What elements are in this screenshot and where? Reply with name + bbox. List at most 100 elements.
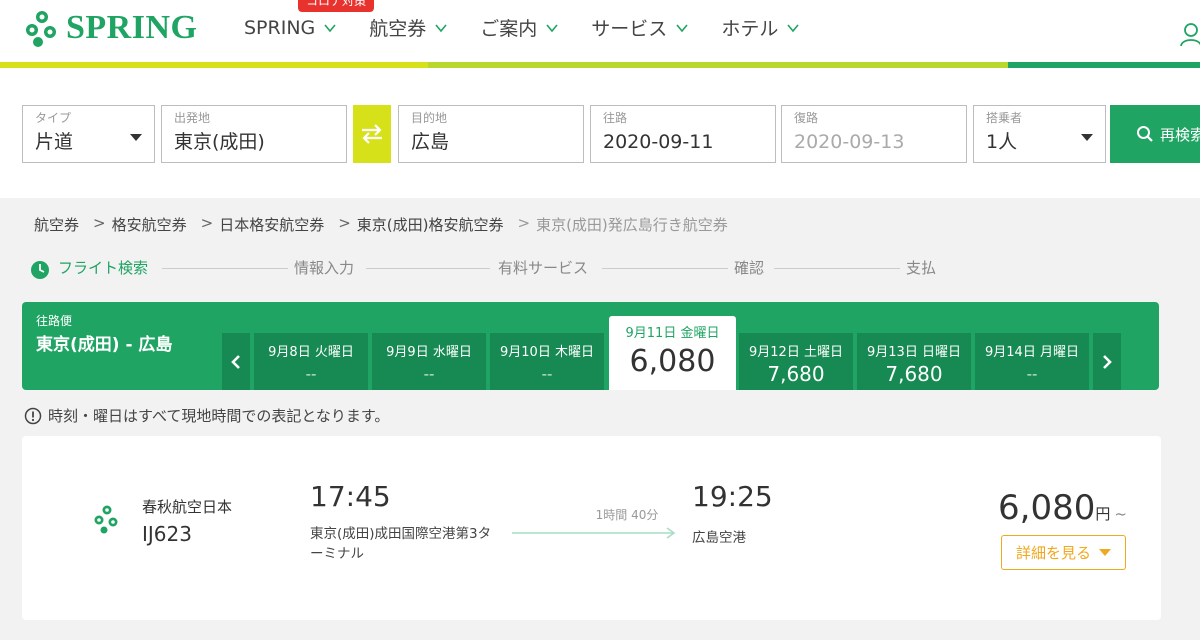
search-icon [1137, 126, 1153, 142]
step-connector [602, 268, 728, 269]
field-label: 出発地 [174, 111, 211, 125]
departure-time: 17:45 [310, 480, 391, 513]
field-label: 往路 [603, 111, 628, 125]
nav-item-spring[interactable]: SPRING [244, 14, 337, 41]
details-button[interactable]: 詳細を見る [1001, 535, 1126, 570]
date-selector: 往路便 東京(成田) - 広島 9月8日 火曜日 -- 9月9日 水曜日 -- … [22, 302, 1159, 390]
date-price: 7,680 [885, 362, 943, 386]
airline-name: 春秋航空日本 [142, 498, 233, 516]
nav-item-tickets[interactable]: 航空券 [369, 14, 448, 41]
arrow-right-icon [512, 527, 676, 539]
field-value: 1人 [986, 131, 1018, 153]
breadcrumb-separator: > [338, 214, 351, 232]
chevron-down-icon [676, 23, 688, 32]
research-button[interactable]: 再検索 [1110, 105, 1200, 163]
spring-logo[interactable]: SPRING [22, 8, 197, 48]
date-option[interactable]: 9月13日 日曜日 7,680 [857, 333, 971, 390]
next-dates-button[interactable] [1093, 333, 1121, 390]
breadcrumb-current: 東京(成田)発広島行き航空券 [536, 216, 728, 234]
field-value: 東京(成田) [174, 131, 265, 153]
outbound-date-field[interactable]: 往路 2020-09-11 [590, 105, 776, 163]
field-value: 片道 [35, 131, 74, 153]
details-label: 詳細を見る [1015, 544, 1091, 562]
date-price: -- [423, 365, 435, 383]
origin-field[interactable]: 出発地 東京(成田) [161, 105, 347, 163]
date-price: 7,680 [767, 362, 825, 386]
spring-logo-icon [26, 11, 56, 47]
date-label: 9月13日 日曜日 [867, 345, 961, 360]
date-price: -- [541, 365, 553, 383]
step-connector [366, 268, 490, 269]
breadcrumb-link[interactable]: 日本格安航空券 [219, 214, 324, 235]
fare-price: 6,080円 ~ [998, 488, 1127, 528]
date-option[interactable]: 9月14日 月曜日 -- [975, 333, 1089, 390]
date-price: -- [1026, 365, 1038, 383]
trip-type-select[interactable]: タイプ 片道 [22, 105, 155, 163]
caret-down-icon [1081, 134, 1093, 141]
date-option[interactable]: 9月8日 火曜日 -- [254, 333, 368, 390]
airline-logo-icon [94, 505, 118, 534]
info-icon [24, 407, 42, 424]
date-label: 9月11日 金曜日 [625, 326, 720, 341]
field-label: タイプ [35, 111, 72, 125]
step-confirm: 確認 [734, 259, 765, 277]
breadcrumb-link[interactable]: 東京(成田)格安航空券 [357, 214, 504, 235]
arrival-airport: 広島空港 [692, 530, 746, 546]
step-flight-search: フライト検索 [58, 259, 149, 277]
step-connector [162, 268, 288, 269]
brand-name: SPRING [66, 9, 198, 46]
prev-dates-button[interactable] [222, 333, 250, 390]
field-label: 復路 [794, 111, 819, 125]
step-connector [774, 268, 900, 269]
date-option-selected[interactable]: 9月11日 金曜日 6,080 [609, 316, 736, 390]
date-option[interactable]: 9月10日 木曜日 -- [490, 333, 604, 390]
field-value: 広島 [411, 131, 450, 153]
date-option[interactable]: 9月12日 土曜日 7,680 [739, 333, 853, 390]
date-price: 6,080 [629, 344, 716, 379]
nav-item-label: SPRING [244, 16, 316, 39]
step-info-input: 情報入力 [294, 259, 355, 277]
research-label: 再検索 [1160, 125, 1200, 144]
route-title: 東京(成田) - 広島 [36, 335, 173, 355]
outbound-label: 往路便 [36, 314, 73, 328]
nav-item-hotel[interactable]: ホテル [721, 14, 800, 41]
nav-item-guide[interactable]: ご案内 [480, 14, 559, 41]
price-value: 6,080 [998, 488, 1096, 528]
return-date-field[interactable]: 復路 2020-09-13 [781, 105, 967, 163]
covid-badge[interactable]: コロナ対策 [298, 0, 375, 12]
date-price: -- [305, 365, 317, 383]
nav-item-services[interactable]: サービス [591, 14, 689, 41]
nav-item-label: ご案内 [480, 18, 538, 40]
chevron-down-icon [324, 23, 336, 32]
breadcrumb-link[interactable]: 航空券 [34, 214, 79, 235]
field-value: 2020-09-13 [794, 131, 905, 153]
step-paid-services: 有料サービス [498, 259, 589, 277]
flight-number: IJ623 [142, 522, 192, 546]
arrival-time: 19:25 [692, 480, 773, 513]
field-label: 搭乗者 [986, 111, 1023, 125]
date-label: 9月10日 木曜日 [500, 345, 594, 360]
field-label: 目的地 [411, 111, 448, 125]
breadcrumb: 航空券 > 格安航空券 > 日本格安航空券 > 東京(成田)格安航空券 > 東京… [34, 214, 728, 235]
nav-item-label: 航空券 [369, 18, 427, 40]
price-tilde: ~ [1114, 505, 1127, 523]
breadcrumb-link[interactable]: 格安航空券 [112, 214, 187, 235]
site-header: SPRING SPRING 航空券 ご案内 サービス ホテル コロナ対策 [0, 0, 1200, 68]
clock-icon [31, 261, 49, 279]
destination-field[interactable]: 目的地 広島 [398, 105, 584, 163]
chevron-down-icon [546, 23, 558, 32]
swap-arrows-icon [362, 124, 382, 144]
nav-item-label: サービス [591, 18, 668, 40]
booking-steps: フライト検索 情報入力 有料サービス 確認 支払 [28, 256, 948, 280]
swap-button[interactable] [353, 105, 391, 163]
search-panel: タイプ 片道 出発地 東京(成田) 目的地 広島 往路 2020-09-11 復… [0, 68, 1200, 198]
date-option[interactable]: 9月9日 水曜日 -- [372, 333, 486, 390]
flight-card[interactable]: 春秋航空日本 IJ623 17:45 東京(成田)成田国際空港第3ターミナル 1… [22, 436, 1161, 620]
passengers-select[interactable]: 搭乗者 1人 [973, 105, 1106, 163]
date-label: 9月14日 月曜日 [985, 345, 1079, 360]
breadcrumb-separator: > [517, 214, 531, 232]
caret-down-icon [1099, 549, 1111, 556]
user-icon[interactable] [1180, 22, 1200, 48]
chevron-down-icon [787, 23, 799, 32]
nav-item-label: ホテル [721, 18, 779, 40]
